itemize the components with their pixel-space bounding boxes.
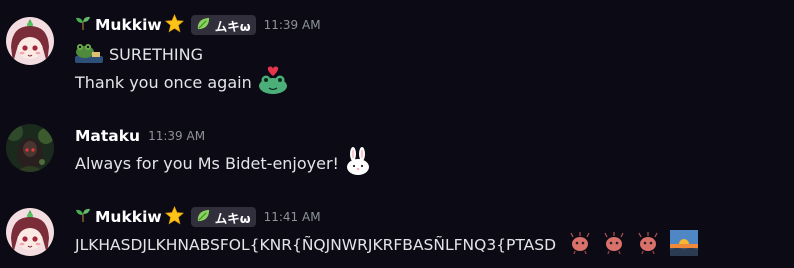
message-text: SURETHING [109, 44, 203, 64]
avatar[interactable] [6, 124, 54, 172]
author-name[interactable]: Mukkiw [95, 16, 162, 34]
role-tag[interactable]: ムキω [190, 15, 256, 35]
creature-emoji-icon [568, 232, 592, 258]
role-tag-label: ムキω [214, 210, 251, 226]
avatar[interactable] [6, 208, 54, 256]
author-name[interactable]: Mukkiw [95, 208, 162, 226]
leaf-icon [196, 16, 211, 34]
sunset-emoji-icon [670, 230, 699, 260]
creature-emoji-icon [602, 232, 626, 258]
creature-emoji-icon [636, 232, 660, 258]
leaf-icon [196, 208, 211, 226]
avatar[interactable] [6, 17, 54, 65]
message-line: Thank you once again [75, 66, 288, 98]
message-line: SURETHING [75, 41, 203, 67]
message-header: Mataku 11:39 AM [75, 125, 205, 147]
timestamp[interactable]: 11:39 AM [264, 18, 321, 32]
message-header: Mukkiw ムキω 11:39 AM [75, 13, 321, 37]
author-name[interactable]: Mataku [75, 127, 140, 145]
message-text: Thank you once again [75, 72, 252, 92]
star-icon [164, 13, 184, 37]
role-tag-label: ムキω [214, 18, 251, 34]
message-line: Always for you Ms Bidet-enjoyer! [75, 147, 373, 176]
bunny-emoji-icon [343, 146, 373, 180]
timestamp[interactable]: 11:39 AM [148, 129, 205, 143]
message-line: JLKHASDJLKHNABSFOL{KNR{ÑQJNWRJKRFBASÑLFN… [75, 230, 699, 260]
frog-heart-emoji-icon [258, 66, 288, 98]
message-text: JLKHASDJLKHNABSFOL{KNR{ÑQJNWRJKRFBASÑLFN… [75, 236, 557, 254]
star-icon [164, 205, 184, 229]
timestamp[interactable]: 11:41 AM [264, 210, 321, 224]
sprout-icon [75, 207, 91, 227]
frog-emoji-icon [75, 41, 103, 67]
role-tag[interactable]: ムキω [190, 207, 256, 227]
message-text: Always for you Ms Bidet-enjoyer! [75, 153, 339, 173]
sprout-icon [75, 15, 91, 35]
message-header: Mukkiw ムキω 11:41 AM [75, 205, 321, 229]
